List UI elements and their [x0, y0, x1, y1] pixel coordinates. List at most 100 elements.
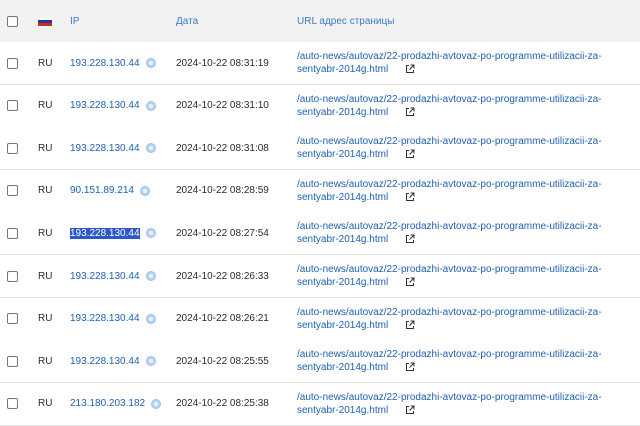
visit-date: 2024-10-22 08:26:21 [176, 313, 269, 325]
ip-info-icon[interactable] [145, 356, 156, 367]
url-link-line2[interactable]: sentyabr-2014g.html [297, 405, 388, 416]
date-cell: 2024-10-22 08:25:38 [176, 383, 291, 425]
row-checkbox[interactable] [7, 313, 18, 325]
table-row: RU 193.228.130.44 2024-10-22 08:31:10 /a… [0, 84, 640, 128]
url-link-line1[interactable]: /auto-news/autovaz/22-prodazhi-avtovaz-p… [297, 392, 602, 403]
country-cell: RU [38, 127, 62, 169]
date-cell: 2024-10-22 08:27:54 [176, 212, 291, 254]
ip-info-icon[interactable] [145, 271, 156, 281]
ip-cell: 193.228.130.44 [70, 340, 170, 382]
external-link-icon[interactable] [405, 64, 415, 74]
external-link-icon[interactable] [405, 405, 415, 415]
ip-cell: 193.228.130.44 [70, 85, 170, 127]
ip-cell: 193.228.130.44 [70, 255, 170, 297]
visit-date: 2024-10-22 08:31:08 [176, 142, 269, 154]
visit-date: 2024-10-22 08:27:54 [176, 227, 269, 239]
country-header [38, 0, 62, 42]
table-row: RU 193.228.130.44 2024-10-22 08:26:33 /a… [0, 255, 640, 298]
row-checkbox-cell [7, 42, 21, 84]
ip-header[interactable]: IP [70, 0, 170, 42]
ip-link[interactable]: 193.228.130.44 [70, 100, 140, 111]
ip-link[interactable]: 193.228.130.44 [70, 271, 140, 282]
external-link-icon[interactable] [405, 149, 415, 159]
visit-date: 2024-10-22 08:25:55 [176, 355, 269, 367]
ip-info-icon[interactable] [151, 398, 162, 409]
row-checkbox[interactable] [7, 270, 18, 282]
ip-info-icon[interactable] [145, 143, 156, 154]
country-cell: RU [38, 255, 62, 297]
url-link-line1[interactable]: /auto-news/autovaz/22-prodazhi-avtovaz-p… [297, 51, 602, 62]
date-cell: 2024-10-22 08:26:33 [176, 255, 291, 297]
row-checkbox[interactable] [7, 100, 18, 112]
url-link-line2[interactable]: sentyabr-2014g.html [297, 192, 388, 203]
ip-link[interactable]: 193.228.130.44 [70, 313, 140, 324]
country-cell: RU [38, 170, 62, 212]
url-link-line2[interactable]: sentyabr-2014g.html [297, 362, 388, 373]
external-link-icon[interactable] [405, 192, 415, 202]
ip-link[interactable]: 193.228.130.44 [70, 227, 140, 239]
date-cell: 2024-10-22 08:31:08 [176, 127, 291, 169]
select-all-cell [7, 0, 21, 42]
external-link-icon[interactable] [405, 277, 415, 287]
ip-link[interactable]: 193.228.130.44 [70, 143, 140, 154]
ip-info-icon[interactable] [139, 185, 150, 196]
visit-date: 2024-10-22 08:31:19 [176, 57, 269, 69]
date-cell: 2024-10-22 08:26:21 [176, 298, 291, 340]
country-cell: RU [38, 85, 62, 127]
row-checkbox-cell [7, 255, 21, 297]
ip-info-icon[interactable] [145, 58, 156, 68]
country-cell: RU [38, 42, 62, 84]
ip-link[interactable]: 193.228.130.44 [70, 58, 140, 69]
ip-info-icon[interactable] [145, 313, 156, 324]
table-row: RU 90.151.89.214 2024-10-22 08:28:59 /au… [0, 169, 640, 213]
ip-cell: 193.228.130.44 [70, 298, 170, 340]
url-cell: /auto-news/autovaz/22-prodazhi-avtovaz-p… [297, 42, 632, 84]
date-header-label: Дата [176, 15, 199, 27]
table-row: RU 193.228.130.44 2024-10-22 08:31:08 /a… [0, 127, 640, 171]
url-link-line2[interactable]: sentyabr-2014g.html [297, 107, 388, 118]
table-row: RU 193.228.130.44 2024-10-22 08:25:55 /a… [0, 340, 640, 384]
row-checkbox[interactable] [7, 185, 18, 197]
external-link-icon[interactable] [405, 320, 415, 330]
ip-link[interactable]: 193.228.130.44 [70, 356, 140, 367]
row-checkbox[interactable] [7, 57, 18, 69]
url-cell: /auto-news/autovaz/22-prodazhi-avtovaz-p… [297, 255, 632, 297]
row-checkbox[interactable] [7, 142, 18, 154]
ip-info-icon[interactable] [145, 100, 156, 111]
url-header[interactable]: URL адрес страницы [297, 0, 632, 42]
table-header: IP Дата URL адрес страницы [0, 0, 640, 43]
date-cell: 2024-10-22 08:31:19 [176, 42, 291, 84]
url-link-line1[interactable]: /auto-news/autovaz/22-prodazhi-avtovaz-p… [297, 349, 602, 360]
table-row: RU 213.180.203.182 2024-10-22 08:25:38 /… [0, 382, 640, 426]
url-link-line2[interactable]: sentyabr-2014g.html [297, 320, 388, 331]
row-checkbox[interactable] [7, 227, 18, 239]
url-link-line1[interactable]: /auto-news/autovaz/22-prodazhi-avtovaz-p… [297, 307, 602, 318]
ip-info-icon[interactable] [145, 228, 156, 239]
external-link-icon[interactable] [405, 107, 415, 117]
url-link-line2[interactable]: sentyabr-2014g.html [297, 64, 388, 75]
external-link-icon[interactable] [405, 362, 415, 372]
russia-flag-icon [38, 16, 52, 26]
date-header[interactable]: Дата [176, 0, 291, 42]
url-link-line1[interactable]: /auto-news/autovaz/22-prodazhi-avtovaz-p… [297, 136, 602, 147]
url-link-line2[interactable]: sentyabr-2014g.html [297, 277, 388, 288]
ip-cell: 193.228.130.44 [70, 42, 170, 84]
ip-cell: 193.228.130.44 [70, 212, 170, 254]
row-checkbox-cell [7, 340, 21, 382]
country-cell: RU [38, 298, 62, 340]
select-all-checkbox[interactable] [7, 15, 18, 27]
external-link-icon[interactable] [405, 234, 415, 244]
ip-header-label: IP [70, 15, 80, 27]
ip-link[interactable]: 90.151.89.214 [70, 185, 134, 196]
row-checkbox[interactable] [7, 355, 18, 367]
country-code: RU [38, 142, 53, 154]
url-link-line1[interactable]: /auto-news/autovaz/22-prodazhi-avtovaz-p… [297, 264, 602, 275]
url-link-line2[interactable]: sentyabr-2014g.html [297, 149, 388, 160]
url-link-line1[interactable]: /auto-news/autovaz/22-prodazhi-avtovaz-p… [297, 221, 602, 232]
date-cell: 2024-10-22 08:31:10 [176, 85, 291, 127]
url-link-line1[interactable]: /auto-news/autovaz/22-prodazhi-avtovaz-p… [297, 94, 602, 105]
url-link-line2[interactable]: sentyabr-2014g.html [297, 234, 388, 245]
country-code: RU [38, 313, 53, 325]
url-link-line1[interactable]: /auto-news/autovaz/22-prodazhi-avtovaz-p… [297, 179, 602, 190]
country-code: RU [38, 57, 53, 69]
